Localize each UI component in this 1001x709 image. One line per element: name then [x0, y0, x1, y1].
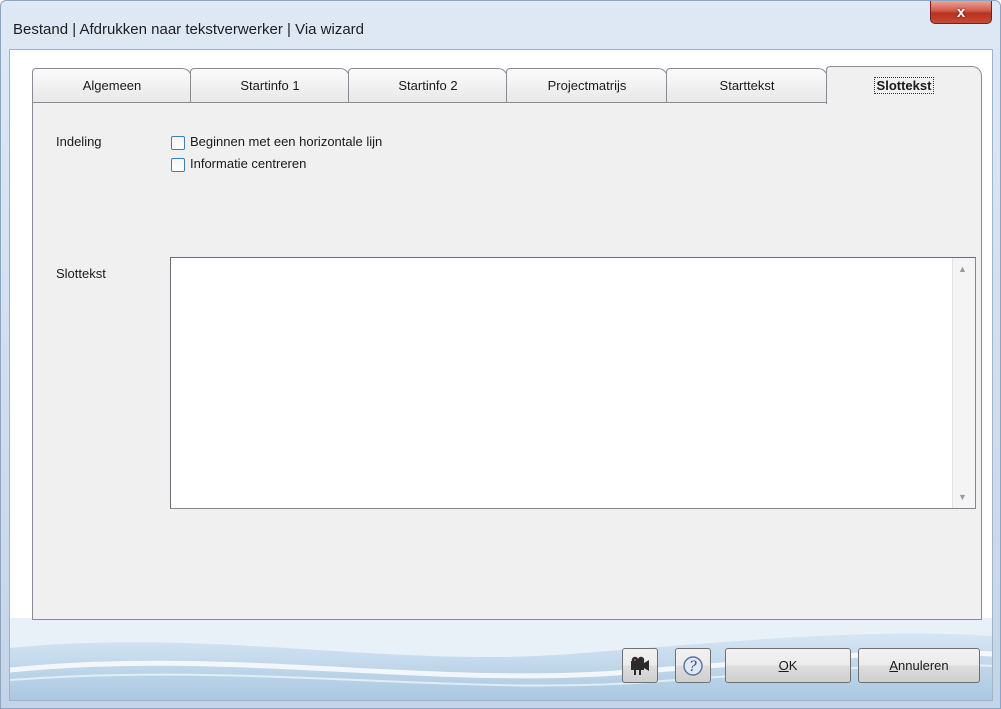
- cancel-button-label: Annuleren: [889, 658, 949, 673]
- indeling-label: Indeling: [56, 134, 102, 149]
- tab-panel-slottekst: Indeling Beginnen met een horizontale li…: [32, 102, 982, 620]
- center-info-checkbox-label[interactable]: Informatie centreren: [190, 156, 306, 171]
- slottekst-textarea[interactable]: ▲ ▼: [170, 257, 976, 509]
- tab-projectmatrijs[interactable]: Projectmatrijs: [506, 68, 668, 102]
- tab-algemeen[interactable]: Algemeen: [32, 68, 192, 102]
- ok-button-label: OK: [778, 658, 798, 673]
- close-icon: x: [956, 3, 966, 21]
- tab-startinfo-2[interactable]: Startinfo 2: [348, 68, 508, 102]
- tab-label: Starttekst: [719, 78, 775, 93]
- dialog-window: Bestand | Afdrukken naar tekstverwerker …: [0, 0, 1001, 709]
- scroll-down-icon[interactable]: ▼: [958, 492, 967, 502]
- ok-button[interactable]: OK: [725, 648, 851, 683]
- slottekst-label: Slottekst: [56, 266, 106, 281]
- center-info-checkbox[interactable]: [171, 158, 185, 172]
- tab-label: Projectmatrijs: [547, 78, 627, 93]
- projector-icon: [631, 656, 649, 675]
- svg-text:?: ?: [689, 659, 697, 675]
- tab-label: Startinfo 1: [240, 78, 300, 93]
- cancel-button[interactable]: Annuleren: [858, 648, 980, 683]
- vertical-scrollbar[interactable]: ▲ ▼: [952, 258, 975, 508]
- dialog-client-area: Algemeen Startinfo 1 Startinfo 2 Project…: [9, 49, 993, 701]
- close-button[interactable]: x: [930, 1, 992, 24]
- tab-label: Slottekst: [873, 77, 935, 94]
- tab-starttekst[interactable]: Starttekst: [666, 68, 828, 102]
- scroll-up-icon[interactable]: ▲: [958, 264, 967, 274]
- tab-label: Algemeen: [82, 78, 142, 93]
- help-icon: ?: [683, 655, 703, 676]
- horizontal-line-checkbox[interactable]: [171, 136, 185, 150]
- help-button[interactable]: ?: [675, 648, 711, 683]
- tab-label: Startinfo 2: [398, 78, 458, 93]
- tab-startinfo-1[interactable]: Startinfo 1: [190, 68, 350, 102]
- video-help-button[interactable]: [622, 648, 658, 683]
- horizontal-line-checkbox-label[interactable]: Beginnen met een horizontale lijn: [190, 134, 382, 149]
- window-title: Bestand | Afdrukken naar tekstverwerker …: [13, 21, 365, 38]
- tab-slottekst[interactable]: Slottekst: [826, 66, 982, 104]
